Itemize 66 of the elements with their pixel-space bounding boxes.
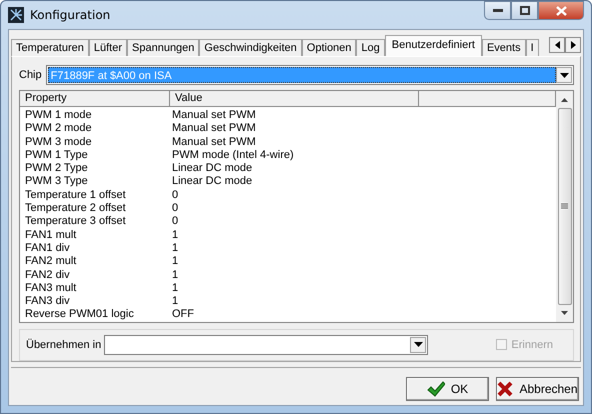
column-header[interactable]: [419, 91, 556, 107]
chip-label: Chip: [19, 69, 42, 81]
property-cell: FAN1 div: [25, 242, 70, 254]
property-cell: PWM 3 mode: [25, 136, 92, 148]
property-cell: PWM 2 mode: [25, 122, 92, 134]
minimize-button[interactable]: [484, 1, 511, 20]
maximize-icon: [520, 6, 530, 15]
apply-label: Übernehmen in: [26, 338, 102, 351]
value-cell: Linear DC mode: [172, 162, 252, 174]
property-cell: PWM 1 Type: [25, 148, 88, 161]
property-cell: FAN1 mult: [25, 228, 76, 241]
value-cell: Manual set PWM: [172, 109, 256, 121]
value-cell: 1: [172, 268, 178, 281]
tab[interactable]: Log: [356, 39, 385, 56]
value-cell: 1: [172, 228, 178, 241]
dropdown-arrow-icon: [414, 342, 423, 348]
left-arrow-icon: [554, 41, 560, 49]
value-cell: 1: [172, 242, 178, 254]
tab[interactable]: Benutzerdefiniert: [384, 35, 482, 56]
property-cell: FAN2 mult: [25, 255, 76, 268]
value-cell: 0: [172, 202, 178, 214]
close-icon: [556, 6, 566, 16]
value-cell: 1: [172, 282, 178, 294]
value-cell: 0: [172, 188, 178, 201]
apply-dropdown[interactable]: [104, 334, 428, 355]
minimize-icon: [492, 8, 502, 12]
tab[interactable]: Events: [482, 39, 526, 56]
maximize-button[interactable]: [511, 1, 538, 20]
close-button[interactable]: [538, 1, 584, 20]
dropdown-arrow-icon: [560, 72, 568, 78]
property-cell: PWM 3 Type: [25, 175, 88, 188]
property-cell: FAN3 mult: [25, 282, 76, 294]
property-cell: PWM 2 Type: [25, 162, 88, 174]
close-icon: [497, 381, 514, 397]
tab[interactable]: Temperaturen: [11, 39, 89, 56]
checkmark-icon: [426, 381, 445, 397]
tab[interactable]: I: [526, 39, 539, 56]
ok-button[interactable]: OK: [406, 377, 489, 401]
cancel-button[interactable]: Abbrechen: [496, 377, 579, 401]
property-cell: FAN3 div: [25, 295, 70, 308]
column-header[interactable]: Value: [170, 91, 419, 107]
right-arrow-icon: [570, 41, 576, 49]
value-cell: 1: [172, 295, 178, 308]
tab[interactable]: Spannungen: [127, 39, 200, 56]
value-cell: Manual set PWM: [172, 122, 256, 134]
value-cell: Manual set PWM: [172, 136, 256, 148]
app-icon: [8, 7, 24, 23]
property-cell: PWM 1 mode: [25, 109, 92, 121]
value-cell: Linear DC mode: [172, 175, 252, 188]
value-cell: OFF: [172, 308, 194, 320]
tab[interactable]: Lüfter: [88, 39, 128, 56]
property-cell: Temperature 2 offset: [25, 202, 126, 214]
column-header[interactable]: Property: [20, 91, 170, 107]
property-cell: Temperature 3 offset: [25, 215, 126, 228]
scrollbar-thumb[interactable]: [558, 108, 572, 305]
property-cell: Reverse PWM01 logic: [25, 308, 134, 320]
value-cell: 0: [172, 215, 178, 228]
value-cell: 1: [172, 255, 178, 268]
tab[interactable]: Optionen: [302, 39, 356, 56]
property-cell: Temperature 1 offset: [25, 188, 126, 201]
scroll-left-button[interactable]: [549, 37, 565, 53]
tab[interactable]: Geschwindigkeiten: [199, 39, 302, 56]
window-title: Konfiguration: [30, 8, 112, 22]
property-cell: FAN2 div: [25, 268, 70, 281]
value-cell: PWM mode (Intel 4-wire): [172, 148, 294, 161]
scroll-right-button[interactable]: [565, 37, 581, 53]
